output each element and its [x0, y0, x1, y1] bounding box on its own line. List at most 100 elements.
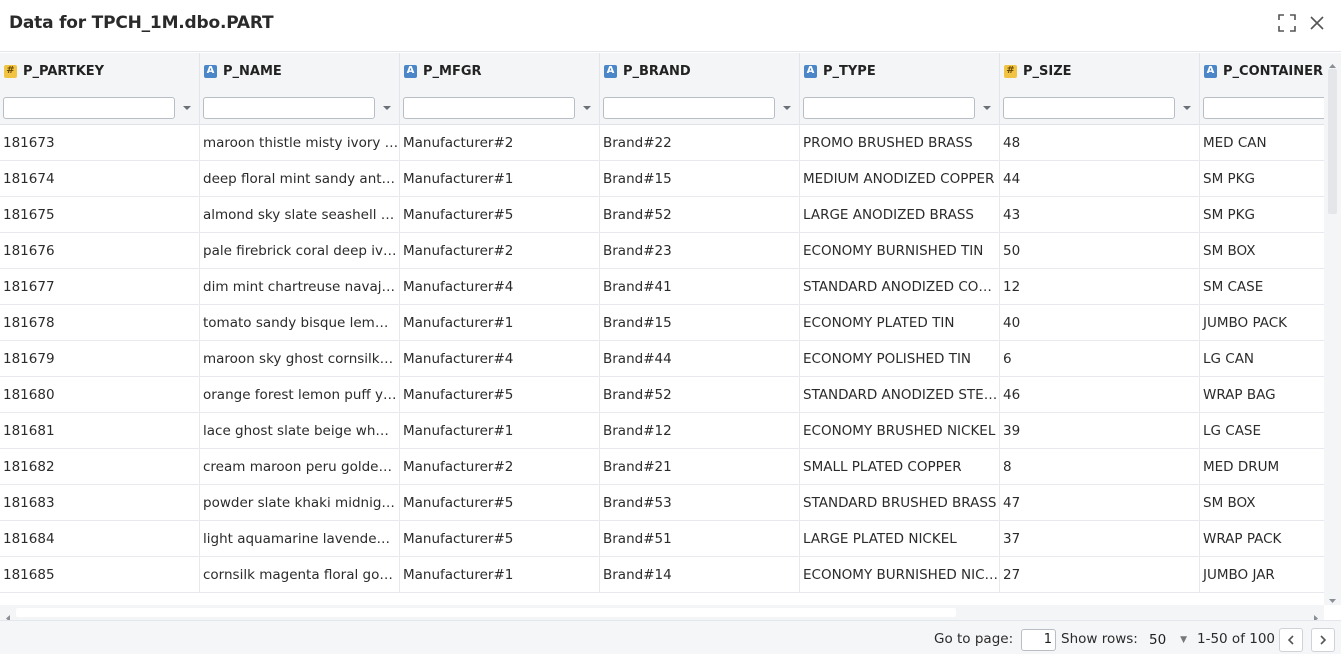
cell-p_container[interactable]: MED DRUM	[1200, 449, 1324, 485]
table-row[interactable]: 181679 maroon sky ghost cornsilk… Manufact…	[0, 341, 1324, 377]
table-row[interactable]: 181683 powder slate khaki midnig… Manufact…	[0, 485, 1324, 521]
cell-p_type[interactable]: SMALL PLATED COPPER	[800, 449, 1000, 485]
cell-p_brand[interactable]: Brand#23	[600, 233, 800, 269]
filter-dropdown-button[interactable]	[778, 98, 796, 118]
cell-p_type[interactable]: ECONOMY POLISHED TIN	[800, 341, 1000, 377]
cell-p_name[interactable]: powder slate khaki midnig…	[200, 485, 400, 521]
cell-p_container[interactable]: MED CAN	[1200, 125, 1324, 161]
table-row[interactable]: 181685 cornsilk magenta floral go… Manufac…	[0, 557, 1324, 593]
cell-p_name[interactable]: dim mint chartreuse navaj…	[200, 269, 400, 305]
filter-dropdown-button[interactable]	[378, 98, 396, 118]
cell-p_mfgr[interactable]: Manufacturer#1	[400, 413, 600, 449]
cell-p_size[interactable]: 47	[1000, 485, 1200, 521]
cell-p_partkey[interactable]: 181680	[0, 377, 200, 413]
scroll-down-icon[interactable]	[1328, 590, 1337, 603]
filter-dropdown-button[interactable]	[978, 98, 996, 118]
cell-p_partkey[interactable]: 181684	[0, 521, 200, 557]
cell-p_partkey[interactable]: 181675	[0, 197, 200, 233]
column-header-p_partkey[interactable]: # P_PARTKEY	[0, 53, 200, 125]
column-header-p_brand[interactable]: A P_BRAND	[600, 53, 800, 125]
cell-p_partkey[interactable]: 181685	[0, 557, 200, 593]
cell-p_container[interactable]: WRAP PACK	[1200, 521, 1324, 557]
cell-p_type[interactable]: LARGE ANODIZED BRASS	[800, 197, 1000, 233]
cell-p_name[interactable]: orange forest lemon puff y…	[200, 377, 400, 413]
cell-p_size[interactable]: 37	[1000, 521, 1200, 557]
cell-p_type[interactable]: MEDIUM ANODIZED COPPER	[800, 161, 1000, 197]
cell-p_name[interactable]: deep floral mint sandy ant…	[200, 161, 400, 197]
cell-p_brand[interactable]: Brand#44	[600, 341, 800, 377]
next-page-button[interactable]	[1311, 628, 1335, 652]
cell-p_container[interactable]: WRAP BAG	[1200, 377, 1324, 413]
cell-p_name[interactable]: light aquamarine lavende…	[200, 521, 400, 557]
prev-page-button[interactable]	[1279, 628, 1303, 652]
cell-p_brand[interactable]: Brand#22	[600, 125, 800, 161]
cell-p_container[interactable]: SM PKG	[1200, 197, 1324, 233]
table-row[interactable]: 181677 dim mint chartreuse navaj… Manufact…	[0, 269, 1324, 305]
cell-p_mfgr[interactable]: Manufacturer#4	[400, 269, 600, 305]
cell-p_name[interactable]: cornsilk magenta floral go…	[200, 557, 400, 593]
cell-p_container[interactable]: JUMBO PACK	[1200, 305, 1324, 341]
cell-p_mfgr[interactable]: Manufacturer#5	[400, 377, 600, 413]
cell-p_container[interactable]: SM BOX	[1200, 485, 1324, 521]
cell-p_partkey[interactable]: 181679	[0, 341, 200, 377]
table-row[interactable]: 181673 maroon thistle misty ivory … Manufa…	[0, 125, 1324, 161]
cell-p_size[interactable]: 8	[1000, 449, 1200, 485]
table-row[interactable]: 181681 lace ghost slate beige wh… Manufact…	[0, 413, 1324, 449]
cell-p_name[interactable]: tomato sandy bisque lem…	[200, 305, 400, 341]
cell-p_brand[interactable]: Brand#52	[600, 377, 800, 413]
cell-p_partkey[interactable]: 181673	[0, 125, 200, 161]
table-row[interactable]: 181678 tomato sandy bisque lem… Manufactur…	[0, 305, 1324, 341]
column-header-p_type[interactable]: A P_TYPE	[800, 53, 1000, 125]
cell-p_partkey[interactable]: 181678	[0, 305, 200, 341]
cell-p_partkey[interactable]: 181683	[0, 485, 200, 521]
close-icon[interactable]	[1306, 12, 1328, 34]
cell-p_size[interactable]: 6	[1000, 341, 1200, 377]
cell-p_mfgr[interactable]: Manufacturer#1	[400, 557, 600, 593]
horizontal-scrollbar[interactable]	[0, 605, 1324, 622]
table-row[interactable]: 181675 almond sky slate seashell … Manufac…	[0, 197, 1324, 233]
cell-p_type[interactable]: STANDARD ANODIZED STEEL	[800, 377, 1000, 413]
column-filter-input[interactable]	[403, 97, 575, 119]
cell-p_container[interactable]: LG CAN	[1200, 341, 1324, 377]
cell-p_size[interactable]: 50	[1000, 233, 1200, 269]
cell-p_brand[interactable]: Brand#53	[600, 485, 800, 521]
column-header-label[interactable]: A P_BRAND	[604, 63, 691, 79]
column-header-label[interactable]: # P_SIZE	[1004, 63, 1072, 79]
page-number-input[interactable]: 1	[1021, 629, 1056, 651]
cell-p_brand[interactable]: Brand#41	[600, 269, 800, 305]
column-filter-input[interactable]	[203, 97, 375, 119]
cell-p_name[interactable]: almond sky slate seashell …	[200, 197, 400, 233]
cell-p_name[interactable]: maroon thistle misty ivory …	[200, 125, 400, 161]
rows-per-page-select[interactable]: 50 ▼	[1143, 629, 1189, 651]
scroll-right-icon[interactable]	[1311, 608, 1320, 622]
cell-p_brand[interactable]: Brand#52	[600, 197, 800, 233]
column-filter-input[interactable]	[803, 97, 975, 119]
column-header-p_size[interactable]: # P_SIZE	[1000, 53, 1200, 125]
column-filter-input[interactable]	[603, 97, 775, 119]
table-row[interactable]: 181682 cream maroon peru golde… Manufactur…	[0, 449, 1324, 485]
cell-p_mfgr[interactable]: Manufacturer#4	[400, 341, 600, 377]
column-filter-input[interactable]	[3, 97, 175, 119]
cell-p_type[interactable]: ECONOMY BRUSHED NICKEL	[800, 413, 1000, 449]
cell-p_brand[interactable]: Brand#51	[600, 521, 800, 557]
column-filter-input[interactable]	[1003, 97, 1175, 119]
column-filter-input[interactable]	[1203, 97, 1324, 119]
column-header-label[interactable]: A P_CONTAINER	[1204, 63, 1323, 79]
column-header-p_container[interactable]: A P_CONTAINER	[1200, 53, 1324, 125]
cell-p_container[interactable]: SM CASE	[1200, 269, 1324, 305]
cell-p_brand[interactable]: Brand#15	[600, 305, 800, 341]
cell-p_name[interactable]: maroon sky ghost cornsilk…	[200, 341, 400, 377]
scroll-up-icon[interactable]	[1328, 56, 1337, 68]
cell-p_type[interactable]: ECONOMY PLATED TIN	[800, 305, 1000, 341]
column-header-p_mfgr[interactable]: A P_MFGR	[400, 53, 600, 125]
cell-p_mfgr[interactable]: Manufacturer#5	[400, 521, 600, 557]
cell-p_partkey[interactable]: 181674	[0, 161, 200, 197]
table-row[interactable]: 181684 light aquamarine lavende… Manufactu…	[0, 521, 1324, 557]
scroll-left-icon[interactable]	[4, 608, 13, 622]
cell-p_size[interactable]: 44	[1000, 161, 1200, 197]
cell-p_size[interactable]: 48	[1000, 125, 1200, 161]
horizontal-scroll-thumb[interactable]	[16, 608, 956, 617]
cell-p_size[interactable]: 46	[1000, 377, 1200, 413]
cell-p_container[interactable]: JUMBO JAR	[1200, 557, 1324, 593]
cell-p_name[interactable]: cream maroon peru golde…	[200, 449, 400, 485]
